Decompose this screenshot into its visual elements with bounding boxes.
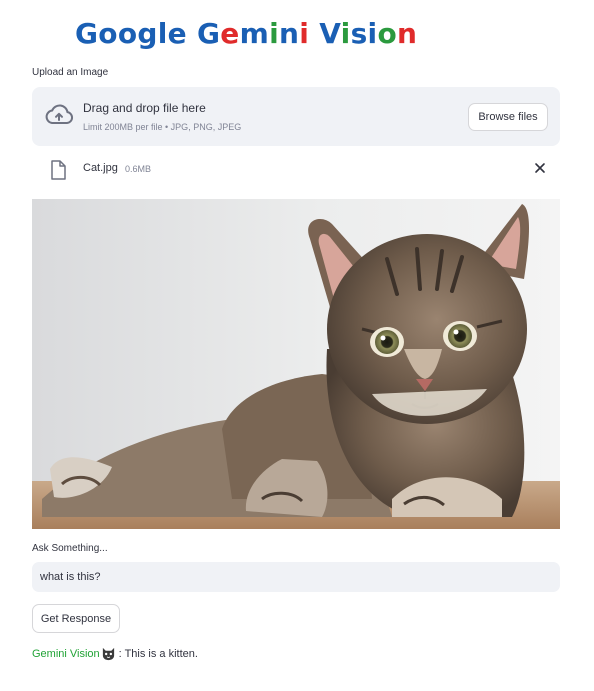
title-letter: l [157,17,168,50]
title-letter: i [340,17,351,50]
file-icon [51,160,66,180]
title-letter: e [167,17,187,50]
uploaded-image [32,199,560,529]
uploaded-file-row: Cat.jpg 0.6MB [32,152,560,188]
title-letter: o [117,17,138,50]
file-size: 0.6MB [125,164,152,174]
app-page: Google Gemini Vision Upload an Image Dra… [0,0,594,691]
title-letter: V [319,17,341,50]
title-letter: G [75,17,99,50]
browse-files-button[interactable]: Browse files [468,103,548,131]
dropzone-instructions: Drag and drop file here [83,101,206,115]
title-letter: n [278,17,300,50]
title-letter: i [367,17,378,50]
title-letter: G [197,17,221,50]
dropzone-limit: Limit 200MB per file • JPG, PNG, JPEG [83,122,242,132]
ask-input[interactable] [32,562,560,592]
answer-text: : This is a kitten. [118,647,198,660]
close-icon[interactable] [532,160,548,176]
title-letter: s [350,17,368,50]
title-letter: o [98,17,118,50]
title-letter: n [397,17,418,50]
title-letter: e [220,17,240,50]
file-dropzone[interactable]: Drag and drop file here Limit 200MB per … [32,87,560,146]
title-letter: i [299,17,310,50]
upload-label: Upload an Image [32,67,109,78]
answer-source: Gemini Vision [32,647,100,660]
ask-label: Ask Something... [32,543,108,554]
title-letter: m [239,17,270,50]
title-letter: i [269,17,279,50]
cat-face-icon [102,647,114,661]
title-letter: g [137,17,158,50]
page-title: Google Gemini Vision [75,14,417,54]
title-letter: o [377,17,397,50]
answer-line: Gemini Vision : This is a kitten. [32,646,198,661]
file-name: Cat.jpg [83,162,118,174]
title-letter [309,17,319,50]
get-response-button[interactable]: Get Response [32,604,120,633]
cloud-upload-icon [45,104,74,124]
cat-photo [32,199,560,529]
title-letter [187,17,197,50]
